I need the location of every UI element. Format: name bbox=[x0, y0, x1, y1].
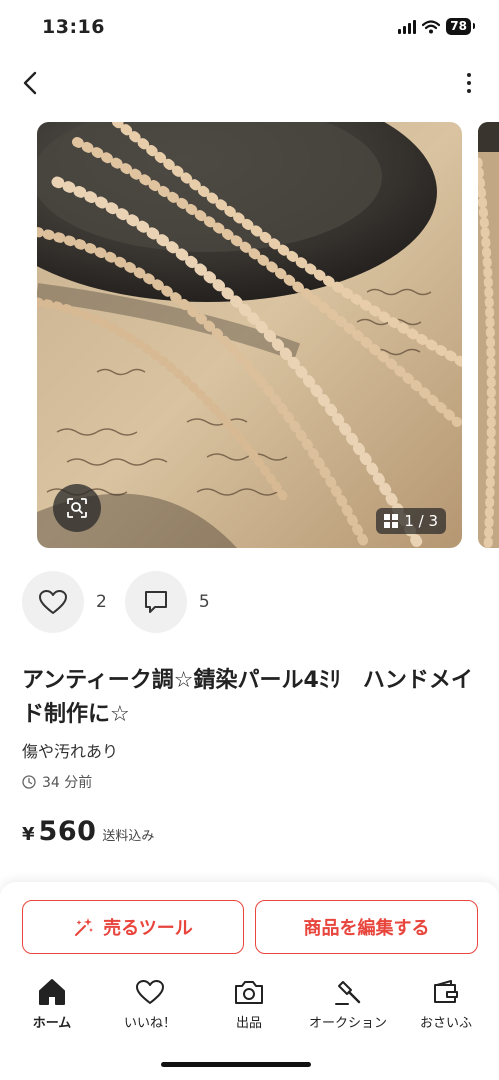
more-dot-icon bbox=[467, 81, 471, 85]
heart-icon bbox=[39, 590, 67, 614]
product-condition: 傷や汚れあり bbox=[22, 742, 119, 761]
tab-listing[interactable]: 出品 bbox=[199, 978, 299, 1031]
more-options-button[interactable] bbox=[459, 66, 479, 100]
tab-wallet-label: おさいふ bbox=[419, 1016, 472, 1031]
sell-tool-button[interactable]: 売るツール bbox=[22, 900, 244, 954]
tab-likes[interactable]: いいね！ bbox=[100, 978, 200, 1031]
like-button[interactable] bbox=[22, 571, 84, 633]
more-dot-icon bbox=[467, 89, 471, 93]
pearl-necklace-photo bbox=[37, 122, 462, 548]
comment-button[interactable] bbox=[124, 571, 187, 633]
chevron-left-icon bbox=[23, 71, 37, 95]
tab-likes-label: いいね！ bbox=[123, 1016, 176, 1031]
tab-home[interactable]: ホーム bbox=[2, 978, 102, 1031]
image-counter: 1 / 3 bbox=[376, 508, 446, 534]
next-photo-thumbnail bbox=[478, 122, 499, 548]
more-dot-icon bbox=[467, 73, 471, 77]
home-indicator[interactable] bbox=[161, 1062, 311, 1067]
camera-icon bbox=[235, 981, 263, 1004]
status-icons: 78 bbox=[398, 18, 475, 35]
next-photo-preview[interactable] bbox=[478, 122, 499, 548]
bottom-panel: 売るツール 商品を編集する ホーム いいね！ 出品 オークション おさいふ bbox=[0, 882, 499, 1080]
grid-icon bbox=[384, 514, 399, 528]
tab-listing-label: 出品 bbox=[235, 1016, 262, 1031]
edit-item-button[interactable]: 商品を編集する bbox=[255, 900, 478, 954]
zoom-scan-icon bbox=[67, 498, 87, 518]
tab-bar: ホーム いいね！ 出品 オークション おさいふ bbox=[0, 978, 499, 1038]
comment-icon bbox=[144, 591, 167, 613]
status-time: 13:16 bbox=[42, 16, 105, 38]
image-counter-text: 1 / 3 bbox=[404, 512, 438, 530]
edit-item-label: 商品を編集する bbox=[303, 918, 430, 939]
price-row: ¥ 560 送料込み bbox=[22, 816, 154, 847]
social-actions: 2 5 bbox=[22, 570, 228, 634]
posted-time-text: 34 分前 bbox=[42, 775, 93, 791]
heart-icon bbox=[136, 980, 164, 1004]
currency-symbol: ¥ bbox=[22, 824, 35, 845]
cellular-signal-icon bbox=[398, 19, 417, 34]
gavel-icon bbox=[335, 981, 361, 1005]
wallet-icon bbox=[434, 980, 458, 1003]
tab-auction[interactable]: オークション bbox=[298, 978, 398, 1031]
comment-count: 5 bbox=[198, 592, 210, 612]
tab-wallet[interactable]: おさいふ bbox=[396, 978, 496, 1031]
price: 560 bbox=[38, 816, 97, 847]
product-photo[interactable]: 1 / 3 bbox=[37, 122, 462, 548]
product-title: アンティーク調☆錆染パール4ﾐﾘ ハンドメイド制作に☆ bbox=[22, 668, 473, 727]
clock-icon bbox=[22, 775, 36, 789]
wifi-icon bbox=[422, 19, 441, 33]
shipping-info: 送料込み bbox=[102, 829, 155, 844]
zoom-button[interactable] bbox=[53, 484, 101, 532]
home-icon bbox=[39, 979, 65, 1005]
sell-tool-label: 売るツール bbox=[103, 918, 193, 939]
battery-icon: 78 bbox=[446, 18, 475, 35]
sparkle-wand-icon bbox=[75, 918, 94, 936]
tab-auction-label: オークション bbox=[308, 1016, 387, 1031]
image-gallery[interactable]: 1 / 3 bbox=[0, 122, 499, 548]
back-button[interactable] bbox=[14, 66, 46, 100]
tab-home-label: ホーム bbox=[32, 1016, 72, 1031]
status-bar: 13:16 78 bbox=[0, 0, 499, 56]
like-count: 2 bbox=[96, 592, 107, 612]
posted-time: 34 分前 bbox=[22, 772, 92, 792]
top-navigation bbox=[0, 58, 499, 108]
